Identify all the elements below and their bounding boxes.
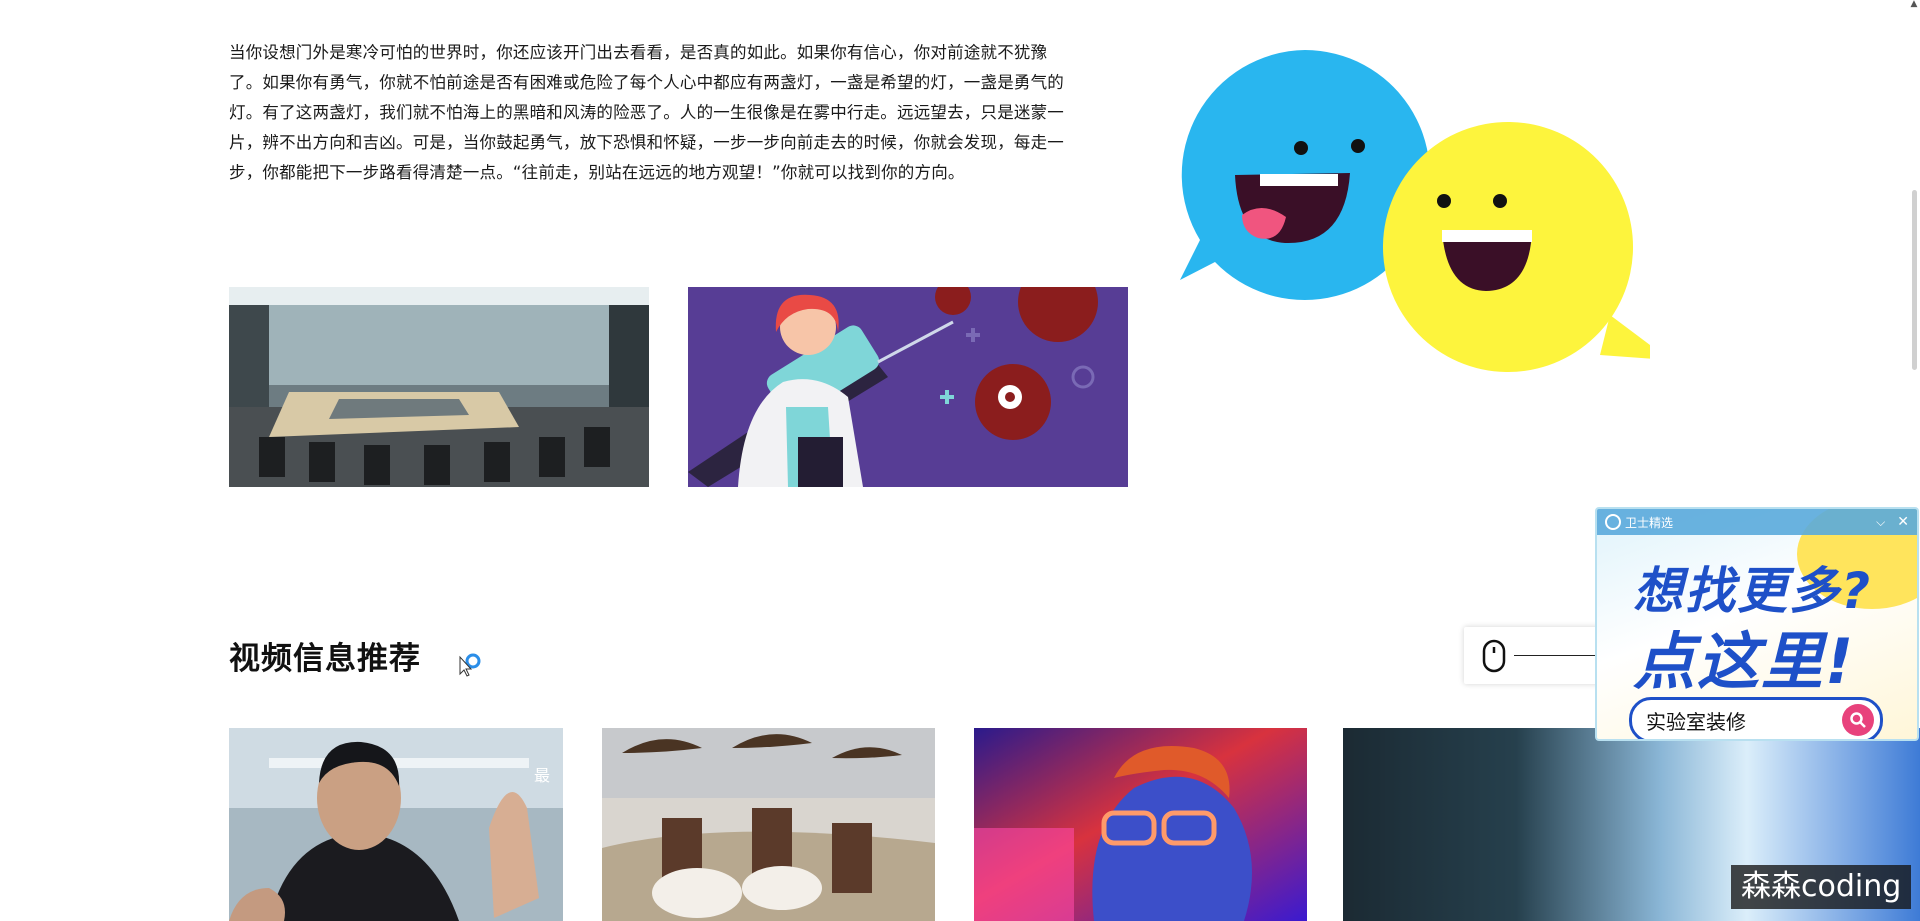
close-icon[interactable]: ✕ (1897, 514, 1909, 530)
watermark: 森森coding (1731, 865, 1912, 909)
loading-spinner-icon (459, 653, 481, 677)
ad-brand: 卫士精选 (1625, 515, 1674, 530)
scroll-up-arrow-icon[interactable]: ▲ (1909, 0, 1919, 9)
ad-search-box[interactable]: 实验室装修 (1629, 697, 1883, 739)
conference-room-photo (229, 287, 649, 487)
video-card[interactable] (974, 728, 1307, 921)
section-title: 视频信息推荐 (229, 641, 421, 677)
scroll-hint-line (1514, 655, 1604, 656)
collapse-icon[interactable]: ⌵ (1876, 515, 1885, 530)
ad-header: 卫士精选 ⌵ ✕ (1597, 509, 1917, 535)
search-icon[interactable] (1842, 704, 1874, 736)
ad-headline-cta[interactable]: 点这里! (1633, 611, 1855, 701)
doctor-virus-illustration (688, 287, 1128, 487)
ad-popup[interactable]: 卫士精选 ⌵ ✕ 想找更多? 点这里! 实验室装修 (1595, 507, 1919, 741)
article-paragraph: 当你设想门外是寒冷可怕的世界时，你还应该开门出去看看，是否真的如此。如果你有信心… (229, 43, 1064, 182)
video-card[interactable]: 最 (229, 728, 563, 921)
video-badge: 最 (534, 766, 551, 785)
video-card[interactable] (602, 728, 935, 921)
chat-bubbles-illustration (1180, 50, 1650, 373)
scroll-hint-widget (1464, 627, 1604, 684)
mouse-icon (1482, 639, 1506, 673)
ad-logo-icon (1605, 514, 1621, 530)
ad-search-text: 实验室装修 (1646, 709, 1746, 734)
scrollbar-thumb[interactable] (1912, 190, 1917, 370)
